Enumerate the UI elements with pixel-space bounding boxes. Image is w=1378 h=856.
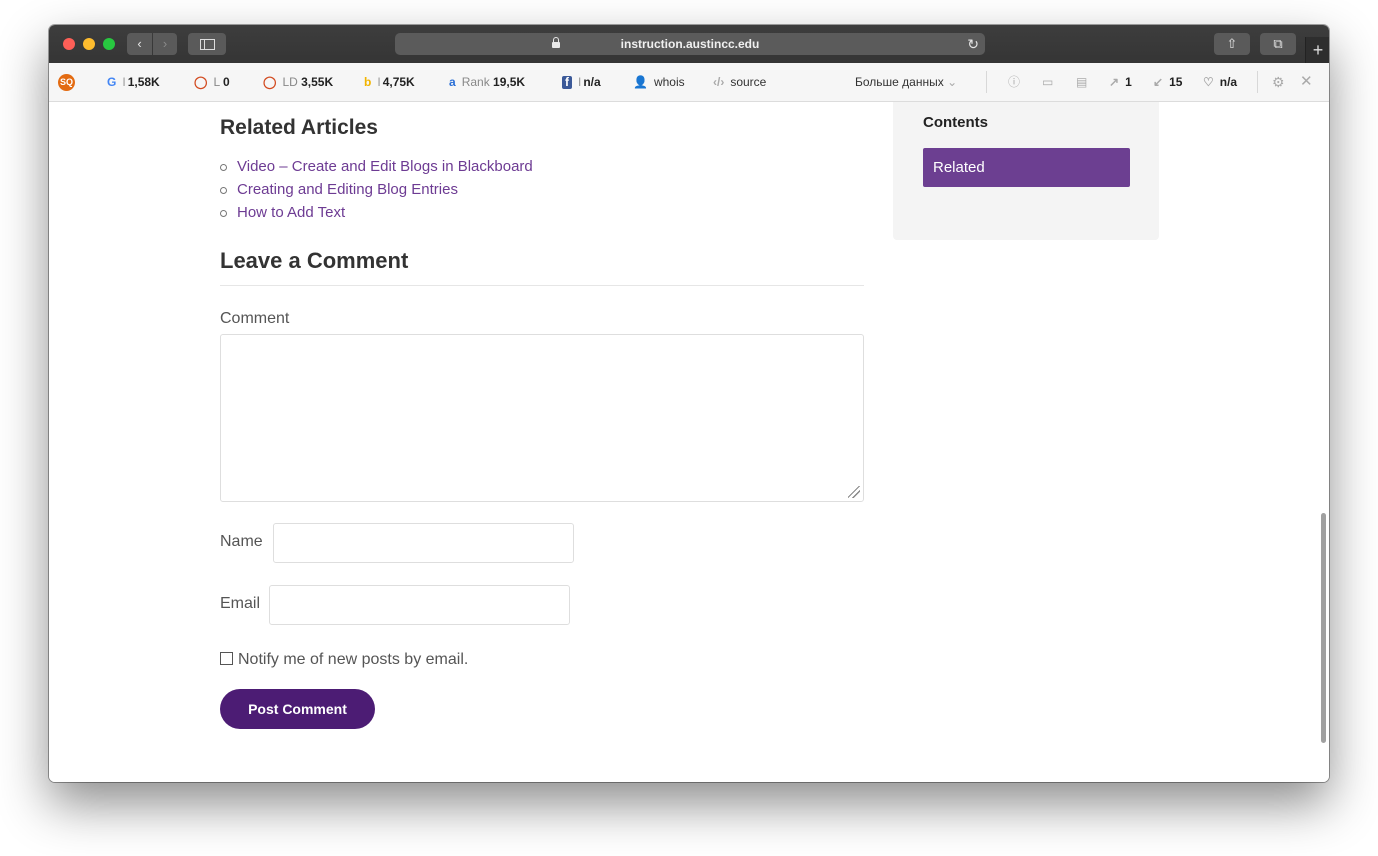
browser-window: ‹ › instruction.austincc.edu ↻ ⇧ ⧉ + SQ … — [49, 25, 1329, 782]
alexa-rank-metric[interactable]: a Rank 19,5K — [449, 63, 525, 101]
comment-textarea[interactable] — [220, 334, 864, 502]
share-button[interactable]: ⇧ — [1214, 33, 1250, 55]
zoom-window-button[interactable] — [103, 38, 115, 50]
scrollbar[interactable] — [1321, 513, 1326, 743]
leave-comment-heading: Leave a Comment — [220, 248, 409, 273]
heart-icon: ♡ — [1203, 75, 1214, 89]
show-tabs-button[interactable]: ⧉ — [1260, 33, 1296, 55]
sidebar-toggle-button[interactable] — [188, 33, 226, 55]
name-input[interactable] — [273, 523, 574, 563]
seo-extension-toolbar: SQ G I 1,58K ◯ L 0 ◯ LD 3,55K b I 4,75K a Rank … — [49, 63, 1329, 102]
notify-checkbox[interactable] — [220, 652, 233, 665]
facebook-icon: f — [562, 76, 572, 89]
related-articles-list: Video – Create and Edit Blogs in Blackbo… — [220, 155, 533, 224]
back-button[interactable]: ‹ — [127, 33, 152, 55]
sidebar-icon — [200, 39, 215, 50]
forward-button[interactable]: › — [153, 33, 177, 55]
minimize-window-button[interactable] — [83, 38, 95, 50]
name-label: Name — [220, 533, 263, 550]
links-metric[interactable]: ◯ L 0 — [194, 63, 230, 101]
internal-link-icon: ↙ — [1153, 75, 1164, 89]
contents-heading: Contents — [923, 114, 988, 131]
bing-index-metric[interactable]: b I 4,75K — [364, 63, 415, 101]
user-icon: 👤 — [633, 75, 648, 89]
link-domains-icon: ◯ — [263, 75, 277, 89]
gear-icon[interactable]: ⚙ — [1272, 63, 1285, 101]
chevron-down-icon: ⌄ — [947, 75, 958, 89]
toolbar-divider — [1257, 71, 1258, 93]
table-of-contents: Contents Related — [893, 102, 1159, 240]
comment-label: Comment — [220, 310, 290, 327]
close-icon[interactable]: ✕ — [1300, 63, 1313, 101]
diagnosis-icon[interactable]: ▭ — [1042, 63, 1053, 101]
alexa-icon: a — [449, 75, 456, 89]
post-comment-button[interactable]: Post Comment — [220, 689, 375, 729]
related-link[interactable]: How to Add Text — [237, 204, 345, 221]
page-content: Related Articles Video – Create and Edit… — [49, 102, 1329, 782]
related-articles-heading: Related Articles — [220, 116, 378, 139]
related-link[interactable]: Creating and Editing Blog Entries — [237, 181, 458, 198]
list-item: Creating and Editing Blog Entries — [220, 178, 533, 201]
notify-row: Notify me of new posts by email. — [220, 651, 468, 669]
external-links-metric[interactable]: ↗ 1 — [1109, 63, 1132, 101]
new-tab-button[interactable]: + — [1305, 37, 1329, 63]
address-bar[interactable]: instruction.austincc.edu ↻ — [395, 33, 985, 55]
toolbar-divider — [986, 71, 987, 93]
social-metric[interactable]: ♡ n/a — [1203, 63, 1237, 101]
list-item: How to Add Text — [220, 201, 533, 224]
code-icon: ‹/› — [713, 75, 725, 89]
links-icon: ◯ — [194, 75, 208, 89]
toc-item-related[interactable]: Related — [923, 148, 1130, 187]
email-input[interactable] — [269, 585, 570, 625]
whois-link[interactable]: 👤 whois — [633, 63, 685, 101]
facebook-metric[interactable]: f In/a — [562, 63, 601, 101]
notify-label[interactable]: Notify me of new posts by email. — [238, 651, 468, 668]
density-icon[interactable]: ▤ — [1076, 63, 1087, 101]
email-label: Email — [220, 595, 261, 612]
info-icon[interactable]: ⓘ — [1008, 63, 1020, 101]
google-index-metric[interactable]: G I 1,58K — [107, 63, 160, 101]
bing-icon: b — [364, 75, 372, 89]
external-link-icon: ↗ — [1109, 75, 1120, 89]
resize-handle-icon[interactable] — [848, 486, 860, 498]
url-text: instruction.austincc.edu — [620, 37, 760, 51]
reload-icon[interactable]: ↻ — [967, 33, 979, 55]
internal-links-metric[interactable]: ↙ 15 — [1153, 63, 1182, 101]
more-data-dropdown[interactable]: Больше данных ⌄ — [855, 63, 957, 101]
close-window-button[interactable] — [63, 38, 75, 50]
title-bar: ‹ › instruction.austincc.edu ↻ ⇧ ⧉ + — [49, 25, 1329, 64]
seoquake-logo-icon[interactable]: SQ — [58, 74, 75, 91]
link-domains-metric[interactable]: ◯ LD 3,55K — [263, 63, 333, 101]
related-link[interactable]: Video – Create and Edit Blogs in Blackbo… — [237, 158, 533, 175]
google-icon: G — [107, 75, 117, 89]
heading-divider — [220, 285, 864, 286]
list-item: Video – Create and Edit Blogs in Blackbo… — [220, 155, 533, 178]
source-link[interactable]: ‹/› source — [713, 63, 766, 101]
